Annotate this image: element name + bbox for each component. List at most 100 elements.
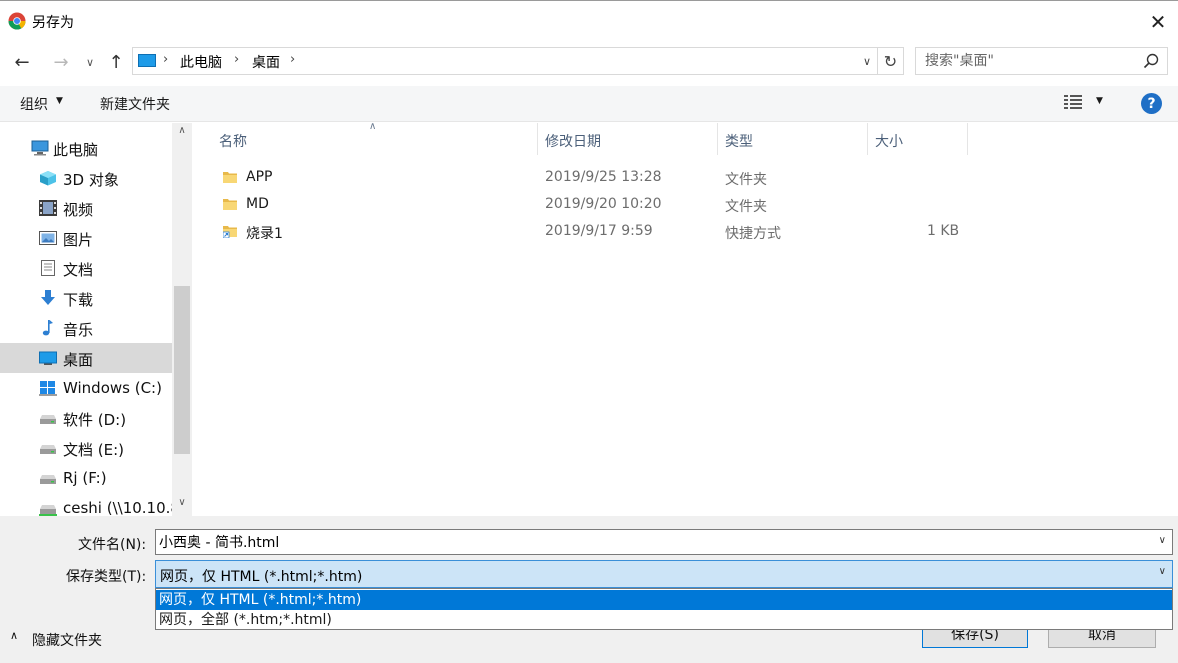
filename-combobox[interactable]: ∨ bbox=[155, 529, 1173, 555]
caret-down-icon[interactable]: ▼ bbox=[1096, 96, 1103, 106]
sidebar-item-drive-d[interactable]: 软件 (D:) bbox=[0, 403, 172, 433]
scroll-up-icon[interactable]: ∧ bbox=[172, 125, 192, 141]
arrow-right-icon: → bbox=[53, 51, 69, 73]
network-drive-icon bbox=[39, 505, 57, 516]
chevron-down-icon[interactable]: ∨ bbox=[1159, 566, 1166, 577]
breadcrumb-separator: › bbox=[163, 52, 169, 67]
arrow-up-icon: ↑ bbox=[108, 51, 124, 73]
file-date: 2019/9/20 10:20 bbox=[545, 196, 662, 212]
file-date: 2019/9/17 9:59 bbox=[545, 223, 653, 239]
sidebar-item-drive-e[interactable]: 文档 (E:) bbox=[0, 433, 172, 463]
chevron-up-icon: ∧ bbox=[10, 629, 19, 642]
filetype-option-complete[interactable]: 网页，全部 (*.htm;*.html) bbox=[156, 610, 1172, 630]
search-icon[interactable] bbox=[1142, 52, 1160, 70]
sidebar-item-drive-c[interactable]: Windows (C:) bbox=[0, 373, 172, 403]
sidebar-item-label: 软件 (D:) bbox=[63, 411, 127, 429]
caret-down-icon: ▼ bbox=[56, 96, 63, 106]
drive-icon bbox=[40, 475, 56, 484]
file-type: 快捷方式 bbox=[725, 226, 781, 242]
folder-icon bbox=[223, 172, 237, 183]
sidebar-item-drive-f[interactable]: Rj (F:) bbox=[0, 463, 172, 493]
scroll-down-icon[interactable]: ∨ bbox=[172, 497, 192, 513]
column-header-label: 修改日期 bbox=[545, 134, 601, 150]
column-header-size[interactable]: 大小 bbox=[868, 123, 968, 155]
sidebar-item-label: 3D 对象 bbox=[63, 171, 119, 189]
sidebar-item-desktop[interactable]: 桌面 bbox=[0, 343, 172, 373]
sidebar-item-this-pc[interactable]: 此电脑 bbox=[0, 133, 172, 163]
address-bar[interactable]: › 此电脑 › 桌面 › bbox=[132, 47, 878, 75]
filetype-label: 保存类型(T): bbox=[66, 569, 147, 585]
file-row-md[interactable]: MD 2019/9/20 10:20 文件夹 bbox=[213, 192, 1173, 219]
address-dropdown-button[interactable]: ∨ bbox=[856, 47, 878, 75]
video-icon bbox=[39, 200, 57, 216]
organize-button[interactable]: 组织 bbox=[20, 94, 48, 114]
filename-label: 文件名(N): bbox=[78, 537, 147, 553]
sidebar-item-label: 视频 bbox=[63, 201, 94, 219]
file-row-app[interactable]: APP 2019/9/25 13:28 文件夹 bbox=[213, 165, 1173, 192]
breadcrumb-separator: › bbox=[234, 52, 240, 67]
navigation-pane: 此电脑 3D 对象 视频 图片 文档 下载 音乐 桌面 Windows (C:)… bbox=[0, 123, 172, 516]
recent-locations-button[interactable]: ∨ bbox=[80, 49, 100, 75]
chevron-down-icon: ∨ bbox=[85, 55, 95, 69]
search-box[interactable] bbox=[915, 47, 1168, 75]
column-header-label: 大小 bbox=[875, 134, 903, 150]
column-header-type[interactable]: 类型 bbox=[718, 123, 868, 155]
sidebar-item-label: Rj (F:) bbox=[63, 469, 107, 487]
forward-button[interactable]: → bbox=[47, 49, 75, 75]
sidebar-item-network-drive[interactable]: ceshi (\\10.10.8 bbox=[0, 493, 172, 516]
sidebar-item-3d-objects[interactable]: 3D 对象 bbox=[0, 163, 172, 193]
new-folder-button[interactable]: 新建文件夹 bbox=[100, 94, 170, 114]
windows-drive-icon bbox=[39, 381, 57, 396]
up-button[interactable]: ↑ bbox=[104, 49, 128, 75]
sidebar-item-label: ceshi (\\10.10.8 bbox=[63, 499, 172, 516]
view-options-icon[interactable] bbox=[1064, 95, 1082, 109]
picture-icon bbox=[39, 231, 57, 245]
help-icon[interactable]: ? bbox=[1141, 93, 1162, 114]
column-header-date[interactable]: 修改日期 bbox=[538, 123, 718, 155]
file-name: APP bbox=[246, 169, 273, 185]
chevron-down-icon[interactable]: ∨ bbox=[1159, 535, 1166, 546]
filetype-option-html-only[interactable]: 网页，仅 HTML (*.html;*.htm) bbox=[156, 590, 1172, 610]
sidebar-item-music[interactable]: 音乐 bbox=[0, 313, 172, 343]
sidebar-item-videos[interactable]: 视频 bbox=[0, 193, 172, 223]
sidebar-item-label: 桌面 bbox=[63, 351, 94, 369]
sidebar-item-documents[interactable]: 文档 bbox=[0, 253, 172, 283]
file-type: 文件夹 bbox=[725, 199, 767, 215]
hide-folders-label: 隐藏文件夹 bbox=[32, 633, 102, 649]
search-input[interactable] bbox=[916, 48, 1136, 74]
refresh-button[interactable]: ↻ bbox=[878, 47, 904, 75]
file-date: 2019/9/25 13:28 bbox=[545, 169, 662, 185]
sidebar-item-label: Windows (C:) bbox=[63, 379, 162, 397]
column-header-label: 类型 bbox=[725, 134, 753, 150]
sidebar-item-label: 音乐 bbox=[63, 321, 94, 339]
file-name: 烧录1 bbox=[246, 226, 283, 242]
drive-icon bbox=[40, 415, 56, 424]
sidebar-item-pictures[interactable]: 图片 bbox=[0, 223, 172, 253]
filetype-select[interactable]: 网页，仅 HTML (*.html;*.htm) ∨ bbox=[155, 560, 1173, 588]
scrollbar-thumb[interactable] bbox=[174, 286, 190, 454]
back-button[interactable]: ← bbox=[8, 49, 36, 75]
desktop-icon bbox=[39, 351, 57, 365]
breadcrumb-this-pc[interactable]: 此电脑 bbox=[180, 52, 222, 72]
breadcrumb-desktop[interactable]: 桌面 bbox=[252, 52, 280, 72]
sidebar-item-label: 下载 bbox=[63, 291, 94, 309]
file-row-shortcut[interactable]: 烧录1 2019/9/17 9:59 快捷方式 1 KB bbox=[213, 219, 1173, 246]
refresh-icon: ↻ bbox=[883, 51, 898, 71]
drive-icon bbox=[40, 445, 56, 454]
folder-icon bbox=[223, 199, 237, 210]
music-note-icon bbox=[42, 320, 53, 336]
file-name: MD bbox=[246, 196, 269, 212]
sidebar-item-label: 文档 bbox=[63, 261, 94, 279]
filename-input[interactable] bbox=[156, 530, 1141, 554]
column-header-name[interactable]: 名称 bbox=[212, 123, 538, 155]
sidebar-scrollbar[interactable]: ∧ ∨ bbox=[172, 123, 192, 516]
file-size: 1 KB bbox=[927, 223, 960, 239]
shortcut-icon bbox=[223, 226, 237, 238]
toolbar: 组织 ▼ 新建文件夹 ▼ ? bbox=[0, 86, 1178, 122]
sidebar-item-downloads[interactable]: 下载 bbox=[0, 283, 172, 313]
filetype-selected-value: 网页，仅 HTML (*.html;*.htm) bbox=[160, 569, 363, 585]
filetype-dropdown-list: 网页，仅 HTML (*.html;*.htm) 网页，全部 (*.htm;*.… bbox=[155, 588, 1173, 630]
file-type: 文件夹 bbox=[725, 172, 767, 188]
download-arrow-icon bbox=[41, 290, 55, 305]
close-button[interactable]: ✕ bbox=[1140, 7, 1176, 37]
